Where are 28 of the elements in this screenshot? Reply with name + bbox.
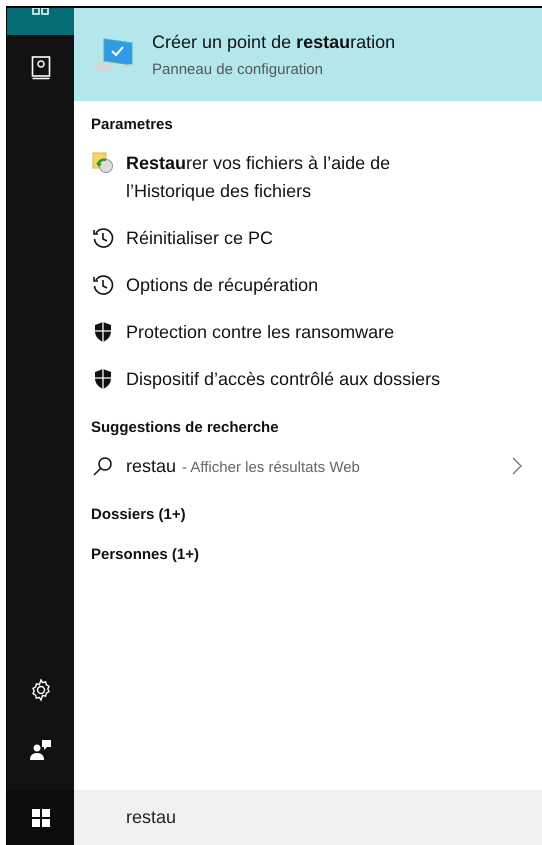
suggestion-text[interactable]: restau <box>126 456 176 476</box>
result-title: Créer un point de restauration <box>152 32 396 52</box>
sidebar-button[interactable] <box>7 8 74 35</box>
result-item[interactable]: Restaurer vos fichiers à l’aide de l’Historique des fichiers <box>126 149 446 205</box>
result-item[interactable]: Protection contre les ransomware <box>126 318 446 346</box>
notebook-icon <box>30 56 50 80</box>
file-history-icon <box>92 152 114 174</box>
section-heading: Dossiers (1+) <box>90 505 187 525</box>
section-heading: Parametres <box>90 115 174 135</box>
result-item[interactable]: Réinitialiser ce PC <box>126 224 446 252</box>
grid-icon <box>32 8 50 16</box>
history-icon <box>92 274 114 296</box>
result-subtitle: Panneau de configuration <box>152 60 324 78</box>
start-button[interactable] <box>7 790 74 845</box>
history-icon <box>92 227 114 249</box>
shield-icon <box>93 368 113 390</box>
chevron-icon[interactable] <box>512 457 522 475</box>
windows-icon <box>32 808 50 826</box>
section-heading: Personnes (1+) <box>90 545 200 565</box>
result-item[interactable]: Options de récupération <box>126 271 446 299</box>
search-icon <box>93 456 113 476</box>
search-field[interactable]: restau <box>74 790 542 845</box>
best-match-result[interactable]: Créer un point de restauration Panneau de configuration <box>74 8 542 101</box>
shield-icon <box>93 321 113 343</box>
result-item[interactable]: Dispositif d’accès contrôlé aux dossiers <box>126 365 446 393</box>
feedback-icon <box>30 739 52 761</box>
suggestion-hint: - Afficher les résultats Web <box>182 458 360 476</box>
section-heading: Suggestions de recherche <box>90 418 280 438</box>
